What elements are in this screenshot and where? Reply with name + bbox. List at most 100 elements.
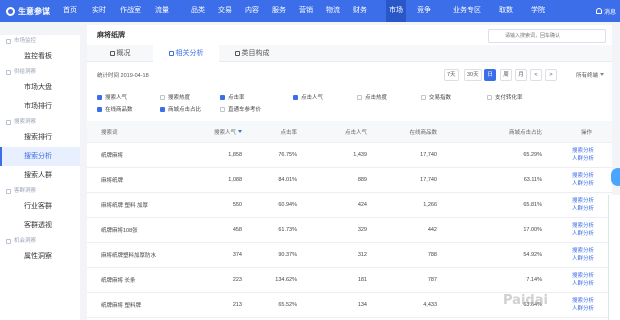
checkbox-checked-icon: [220, 94, 225, 100]
search-input[interactable]: [488, 29, 606, 43]
sidebar-item[interactable]: 监控看板: [0, 47, 80, 66]
checkbox-label: 点击人气: [301, 95, 324, 101]
cell-items: 4,433: [423, 302, 437, 308]
sidebar-item[interactable]: 客群透视: [0, 216, 80, 235]
metric-checkbox[interactable]: 支付转化率: [487, 93, 523, 101]
cell-items: 788: [427, 252, 437, 258]
action-link[interactable]: 人群分析: [572, 180, 594, 188]
messages-button[interactable]: 消息: [595, 7, 616, 16]
metric-checkbox[interactable]: 搜索热度: [160, 93, 190, 101]
action-link[interactable]: 搜索分析: [572, 272, 594, 280]
nav-item[interactable]: 物流: [323, 0, 343, 22]
period-button[interactable]: 7天: [444, 69, 459, 81]
column-header[interactable]: 商城点击占比: [509, 121, 542, 142]
action-link[interactable]: 人群分析: [572, 155, 594, 163]
main-nav: 首页 实时 作战室 流量 品类 交易 内容 服务 营销 物流 财务 市场 竞争 业务专区 取数 学院: [60, 0, 548, 22]
nav-item[interactable]: 竞争: [414, 0, 434, 22]
action-link[interactable]: 搜索分析: [572, 172, 594, 180]
nav-item[interactable]: 内容: [242, 0, 262, 22]
cell-ctr: 61.73%: [278, 227, 297, 233]
checkbox-label: 在线商品数: [105, 107, 133, 113]
period-button[interactable]: 月: [515, 69, 527, 81]
checkbox-checked-icon: [97, 94, 102, 100]
column-header: 搜索词: [101, 121, 118, 142]
cell-search_pop: 1,858: [228, 152, 242, 158]
sidebar-item[interactable]: 搜索排行: [0, 128, 80, 147]
column-header[interactable]: 点击人气: [345, 121, 367, 142]
action-link[interactable]: 搜索分析: [572, 247, 594, 255]
sidebar-group: 客群洞察: [0, 185, 80, 197]
sidebar-item[interactable]: 属性洞察: [0, 247, 80, 266]
action-link[interactable]: 人群分析: [572, 305, 594, 313]
filter-row: 搜索人气 搜索热度 点击率 点击人气 点击热度 交易指数 支付转化率: [97, 93, 602, 105]
period-button[interactable]: 日: [484, 69, 496, 81]
nav-item[interactable]: 财务: [350, 0, 370, 22]
tab-icon: [168, 51, 174, 56]
checkbox-label: 搜索热度: [168, 95, 191, 101]
nav-item[interactable]: 实时: [89, 0, 109, 22]
sidebar-item[interactable]: 市场大盘: [0, 78, 80, 97]
tab-label: 类目构成: [241, 50, 270, 57]
sort-desc-icon[interactable]: [238, 130, 242, 133]
action-link[interactable]: 搜索分析: [572, 297, 594, 305]
cell-click_pop: 889: [357, 177, 367, 183]
sidebar-item[interactable]: 搜索分析: [0, 147, 80, 166]
action-link[interactable]: 人群分析: [572, 205, 594, 213]
column-header[interactable]: 在线商品数: [409, 121, 437, 142]
tab-2[interactable]: 类目构成: [219, 45, 285, 62]
tab-label: 相关分析: [175, 50, 204, 57]
metric-checkbox[interactable]: 点击热度: [357, 93, 387, 101]
nav-item[interactable]: 市场: [386, 0, 406, 22]
action-link[interactable]: 人群分析: [572, 255, 594, 263]
sidebar-item[interactable]: 市场排行: [0, 97, 80, 116]
nav-item[interactable]: 学院: [528, 0, 548, 22]
column-header[interactable]: 搜索人气: [214, 121, 242, 142]
nav-item[interactable]: 首页: [60, 0, 80, 22]
period-button[interactable]: 周: [500, 69, 512, 81]
metric-checkbox[interactable]: 在线商品数: [97, 105, 133, 113]
metric-checkbox[interactable]: 商城点击占比: [160, 105, 201, 113]
nav-item[interactable]: 流量: [152, 0, 172, 22]
checkbox-icon: [357, 94, 362, 100]
action-link[interactable]: 人群分析: [572, 230, 594, 238]
metric-checkbox[interactable]: 点击人气: [293, 93, 323, 101]
metric-checkbox[interactable]: 直通车参考价: [220, 105, 261, 113]
period-button[interactable]: >: [545, 69, 557, 81]
sidebar-item[interactable]: 搜索人群: [0, 166, 80, 185]
cell-term: 纸牌麻将 长条: [101, 278, 136, 284]
sidebar: 市场监控 监控看板 供给洞察 市场大盘 市场排行 搜索洞察 搜索排行 搜索分析 搜索人群 客群洞察…: [0, 35, 80, 320]
tab-label: 概况: [116, 50, 131, 57]
action-link[interactable]: 搜索分析: [572, 147, 594, 155]
column-header-label: 操作: [580, 129, 592, 136]
device-select[interactable]: 所有终端: [576, 71, 604, 79]
cell-mall_share: 54.92%: [523, 252, 542, 258]
nav-item[interactable]: 作战室: [117, 0, 144, 22]
metric-checkbox[interactable]: 交易指数: [421, 93, 451, 101]
metric-checkbox[interactable]: 搜索人气: [97, 93, 127, 101]
checkbox-label: 直通车参考价: [228, 107, 262, 113]
nav-item[interactable]: 取数: [496, 0, 516, 22]
nav-item[interactable]: 业务专区: [450, 0, 484, 22]
action-link[interactable]: 搜索分析: [572, 197, 594, 205]
app-name: 生意参谋: [18, 6, 50, 16]
checkbox-label: 交易指数: [429, 95, 452, 101]
column-header[interactable]: 点击率: [280, 121, 297, 142]
period-button[interactable]: 30天: [464, 69, 482, 81]
nav-item[interactable]: 营销: [296, 0, 316, 22]
app-logo[interactable]: 生意参谋: [0, 6, 60, 17]
nav-item[interactable]: 品类: [188, 0, 208, 22]
nav-item[interactable]: 交易: [215, 0, 235, 22]
action-link[interactable]: 人群分析: [572, 280, 594, 288]
nav-item[interactable]: 服务: [269, 0, 289, 22]
main-panel: 麻将纸牌 概况 相关分析 类目构成 统计时间 2019-04-18 7天 30天日周月…: [87, 25, 612, 320]
tab-1[interactable]: 相关分析: [153, 45, 219, 62]
action-link[interactable]: 搜索分析: [572, 222, 594, 230]
cell-search_pop: 458: [232, 227, 242, 233]
tab-0[interactable]: 概况: [87, 45, 153, 62]
cell-click_pop: 181: [357, 277, 367, 283]
period-button[interactable]: <: [530, 69, 542, 81]
metric-checkbox[interactable]: 点击率: [220, 93, 245, 101]
floating-assistant-icon[interactable]: [611, 168, 620, 186]
sidebar-item[interactable]: 行业客群: [0, 197, 80, 216]
row-actions: 搜索分析 人群分析: [572, 268, 594, 292]
